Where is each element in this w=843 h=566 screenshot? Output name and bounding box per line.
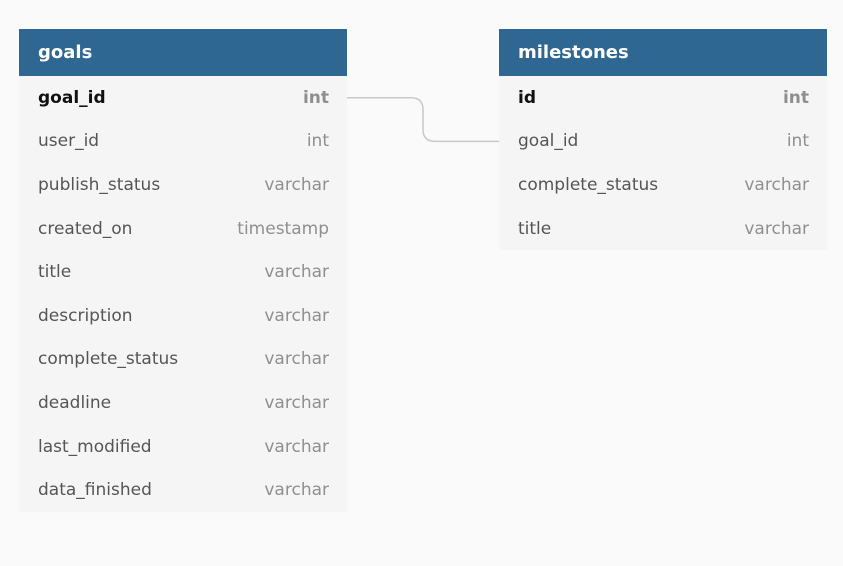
field-row-goals-description[interactable]: description varchar bbox=[19, 294, 347, 338]
field-list-milestones: id int goal_id int complete_status varchar tit… bbox=[499, 76, 827, 250]
field-row-milestones-title[interactable]: title varchar bbox=[499, 207, 827, 251]
field-type: varchar bbox=[744, 218, 809, 239]
field-name: user_id bbox=[38, 131, 100, 152]
field-type: int bbox=[782, 87, 809, 108]
field-name: goal_id bbox=[38, 87, 106, 108]
field-name: publish_status bbox=[38, 174, 161, 195]
field-row-milestones-goal-id[interactable]: goal_id int bbox=[499, 120, 827, 164]
table-header-milestones[interactable]: milestones bbox=[499, 29, 827, 76]
field-row-goals-created-on[interactable]: created_on timestamp bbox=[19, 207, 347, 251]
field-type: int bbox=[306, 131, 329, 152]
field-row-goals-user-id[interactable]: user_id int bbox=[19, 120, 347, 164]
relationship-line-goals-milestones[interactable] bbox=[347, 97, 499, 143]
field-name: description bbox=[38, 305, 133, 326]
field-row-goals-publish-status[interactable]: publish_status varchar bbox=[19, 163, 347, 207]
field-type: varchar bbox=[264, 392, 329, 413]
field-row-goals-last-modified[interactable]: last_modified varchar bbox=[19, 425, 347, 469]
field-name: created_on bbox=[38, 218, 133, 239]
field-type: varchar bbox=[264, 349, 329, 370]
field-type: varchar bbox=[264, 480, 329, 501]
field-type: timestamp bbox=[237, 218, 329, 239]
field-type: varchar bbox=[744, 174, 809, 195]
field-type: varchar bbox=[264, 305, 329, 326]
field-name: id bbox=[518, 87, 536, 108]
field-type: int bbox=[786, 131, 809, 152]
field-type: varchar bbox=[264, 174, 329, 195]
field-row-milestones-complete-status[interactable]: complete_status varchar bbox=[499, 163, 827, 207]
field-list-goals: goal_id int user_id int publish_status varcha… bbox=[19, 76, 347, 512]
field-name: goal_id bbox=[518, 131, 579, 152]
field-name: deadline bbox=[38, 392, 112, 413]
table-goals[interactable]: goals goal_id int user_id int publish_status… bbox=[19, 29, 347, 512]
field-row-goals-deadline[interactable]: deadline varchar bbox=[19, 381, 347, 425]
field-name: data_finished bbox=[38, 480, 152, 501]
table-header-goals[interactable]: goals bbox=[19, 29, 347, 76]
field-name: title bbox=[38, 262, 72, 283]
field-row-milestones-id[interactable]: id int bbox=[499, 76, 827, 120]
field-name: complete_status bbox=[518, 174, 659, 195]
field-name: last_modified bbox=[38, 436, 152, 457]
field-type: int bbox=[302, 87, 329, 108]
field-name: title bbox=[518, 218, 552, 239]
field-type: varchar bbox=[264, 262, 329, 283]
field-row-goals-goal-id[interactable]: goal_id int bbox=[19, 76, 347, 120]
field-row-goals-data-finished[interactable]: data_finished varchar bbox=[19, 468, 347, 512]
field-name: complete_status bbox=[38, 349, 179, 370]
field-row-goals-complete-status[interactable]: complete_status varchar bbox=[19, 338, 347, 382]
table-milestones[interactable]: milestones id int goal_id int complete_statu… bbox=[499, 29, 827, 251]
field-row-goals-title[interactable]: title varchar bbox=[19, 250, 347, 294]
field-type: varchar bbox=[264, 436, 329, 457]
